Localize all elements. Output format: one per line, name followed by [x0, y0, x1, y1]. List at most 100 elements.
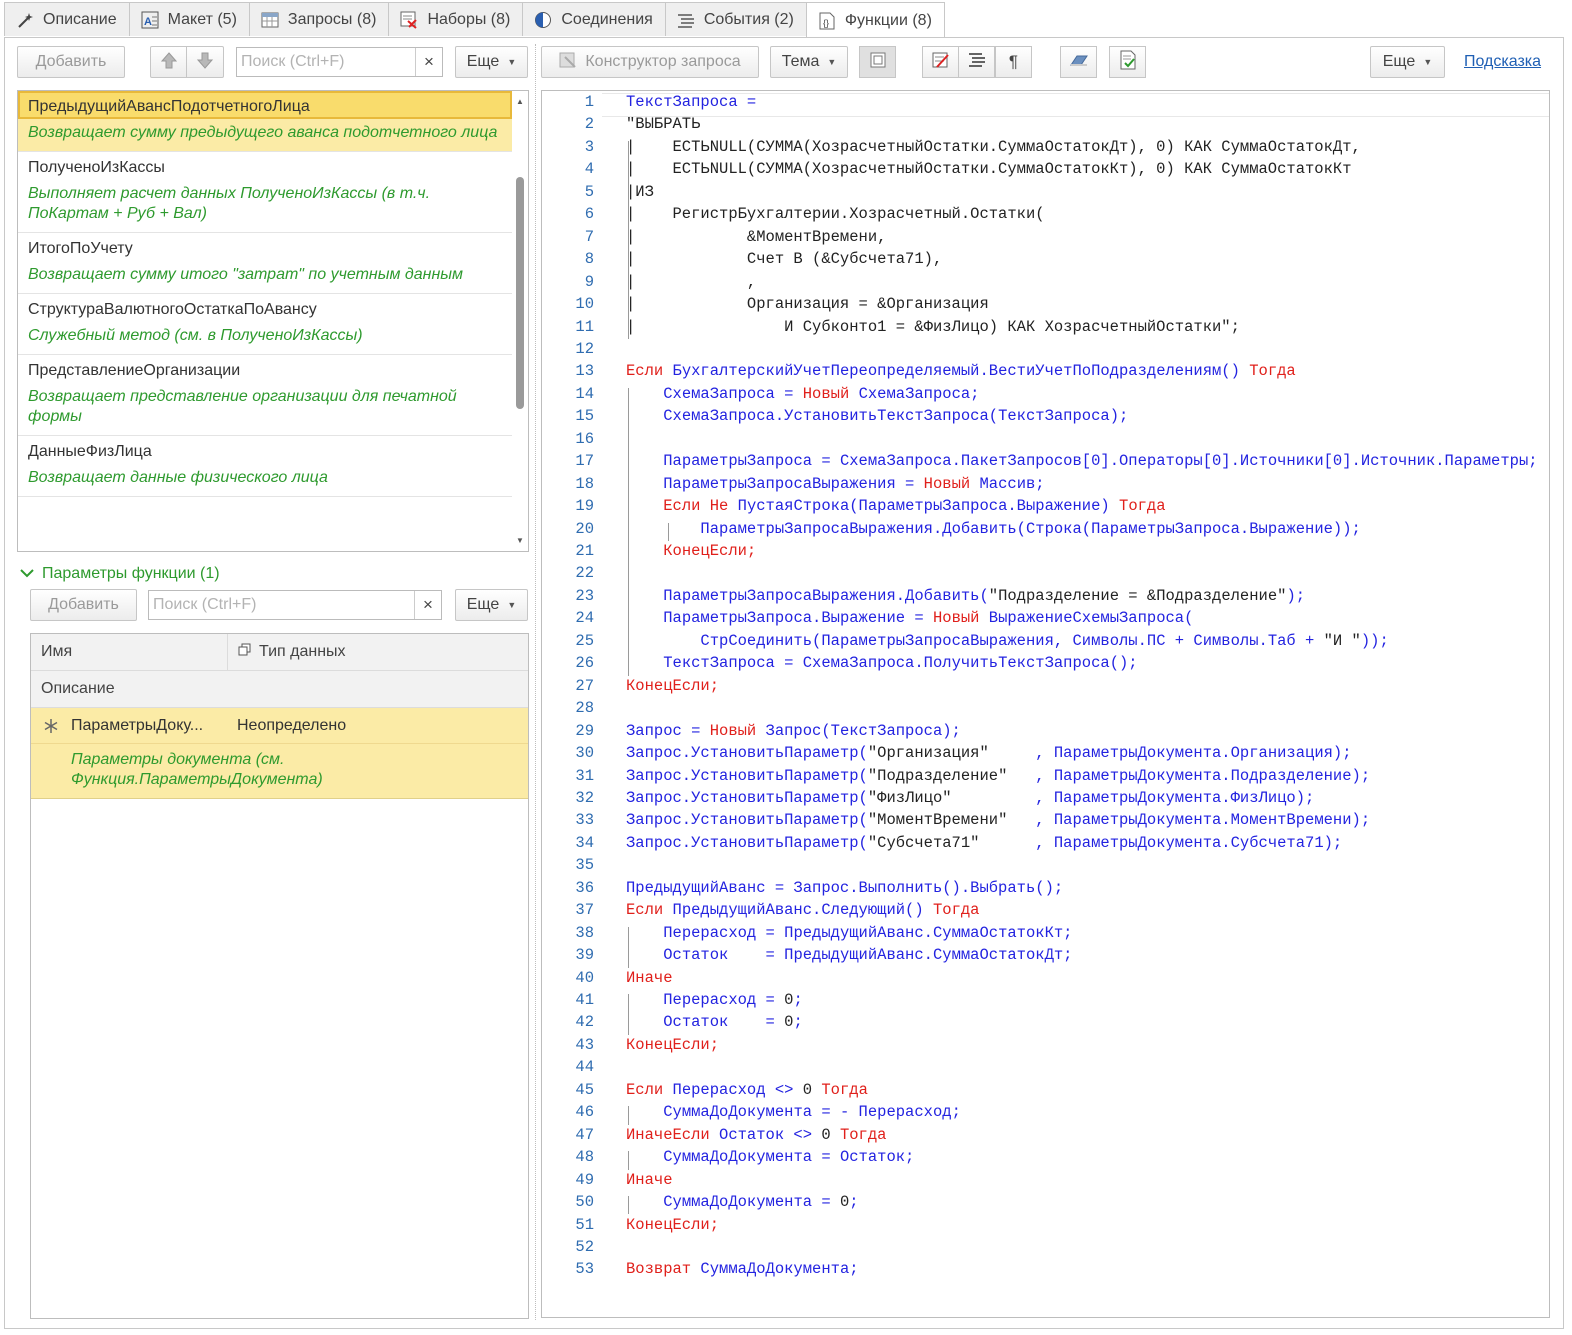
tab-functions[interactable]: {} Функции (8)	[805, 2, 945, 38]
code-editor[interactable]: 1 ТекстЗапроса = 2 "ВЫБРАТЬ 3 | ЕСТЬNULL(СУММ…	[541, 90, 1550, 1318]
list-scrollbar[interactable]: ▲ ▼	[512, 91, 528, 551]
code-line: 3 | ЕСТЬNULL(СУММА(ХозрасчетныйОстатки.Су…	[542, 138, 1549, 160]
list-item[interactable]: ДанныеФизЛица Возвращает данные физическ…	[18, 436, 512, 497]
line-number: 34	[575, 833, 594, 852]
function-search-input[interactable]	[237, 48, 412, 76]
code-text: Иначе	[626, 1170, 673, 1189]
code-text: КонецЕсли;	[626, 676, 720, 695]
check-errors-icon	[932, 51, 950, 74]
line-number: 27	[575, 676, 594, 695]
code-line: 47 ИначеЕсли Остаток <> 0 Тогда	[542, 1126, 1549, 1148]
view-toggle-button[interactable]	[859, 46, 896, 78]
list-item[interactable]: ПолученоИзКассы Выполняет расчет данных …	[18, 152, 512, 233]
code-text: Перерасход = 0;	[663, 991, 803, 1009]
chevron-down-icon	[20, 565, 34, 583]
param-search[interactable]: ×	[148, 590, 442, 620]
pilcrow-icon: ¶	[1008, 52, 1019, 71]
code-line: 13 Если БухгалтерскийУчетПереопределяемый…	[542, 362, 1549, 384]
add-param-label: Добавить	[48, 596, 119, 613]
code-text: СтрСоединить(ПараметрыЗапросаВыражения, …	[700, 631, 1389, 650]
indent-guide	[628, 387, 629, 676]
line-number: 45	[575, 1080, 594, 1099]
param-search-input[interactable]	[149, 591, 411, 619]
code-line: 44	[542, 1058, 1549, 1080]
code-text: Остаток = ПредыдущийАванс.СуммаОстатокДт…	[663, 946, 1073, 965]
code-text: Если БухгалтерскийУчетПереопределяемый.В…	[626, 362, 1296, 381]
code-text: ПараметрыЗапросаВыражения.Добавить(Строк…	[700, 519, 1361, 538]
param-description: Параметры документа (см. Функция.Парамет…	[31, 744, 528, 799]
eraser-icon	[1069, 53, 1089, 72]
code-line: 5 |ИЗ	[542, 182, 1549, 205]
tab-sets[interactable]: Наборы (8)	[388, 2, 524, 36]
line-number: 24	[575, 609, 594, 628]
dropdown-caret-icon: ▼	[507, 600, 517, 610]
code-text: ПараметрыЗапроса = СхемаЗапроса.ПакетЗап…	[663, 452, 1538, 471]
code-more-button[interactable]: Еще ▼	[1370, 46, 1445, 78]
add-param-button[interactable]: Добавить	[30, 589, 137, 621]
params-section-header[interactable]: Параметры функции (1)	[20, 565, 220, 583]
param-more-button[interactable]: Еще ▼	[455, 589, 528, 621]
code-line: 12	[542, 340, 1549, 362]
format-button[interactable]	[958, 46, 995, 78]
scroll-thumb[interactable]	[516, 177, 524, 409]
table-row[interactable]: ПараметрыДоку... Неопределено	[31, 708, 528, 744]
code-text: |ИЗ	[626, 182, 654, 201]
list-item[interactable]: ПредыдущийАвансПодотчетногоЛица Возвраща…	[18, 91, 512, 152]
clear-search-icon[interactable]: ×	[415, 48, 442, 76]
tab-label: Соединения	[561, 10, 653, 28]
code-text: СуммаДоДокумента = Остаток;	[663, 1148, 915, 1167]
query-constructor-button[interactable]: Конструктор запроса	[541, 46, 759, 78]
tab-layout[interactable]: A Макет (5)	[128, 2, 250, 36]
syntax-check-button[interactable]	[1109, 46, 1146, 78]
tab-label: Макет (5)	[167, 10, 237, 28]
line-number: 35	[575, 856, 594, 875]
line-number: 15	[575, 407, 594, 426]
line-number: 1	[584, 93, 594, 111]
scroll-up-icon[interactable]: ▲	[516, 97, 524, 106]
code-line: 35	[542, 856, 1549, 878]
constructor-label: Конструктор запроса	[585, 53, 741, 70]
theme-label: Тема	[781, 53, 820, 70]
show-whitespace-button[interactable]: ¶	[995, 46, 1032, 78]
function-search[interactable]: ×	[236, 47, 443, 77]
column-header-name[interactable]: Имя	[31, 634, 228, 670]
tab-queries[interactable]: Запросы (8)	[248, 2, 390, 36]
column-type-label: Тип данных	[259, 643, 346, 660]
line-number: 50	[575, 1193, 594, 1212]
clear-search-icon[interactable]: ×	[414, 591, 441, 619]
asterisk-icon	[31, 708, 71, 743]
code-text: ТекстЗапроса =	[626, 93, 757, 111]
frame-icon	[870, 52, 886, 73]
list-item[interactable]: ПредставлениеОрганизации Возвращает пред…	[18, 355, 512, 436]
mark-errors-button[interactable]	[922, 46, 959, 78]
theme-button[interactable]: Тема ▼	[770, 46, 848, 78]
code-text: | И Субконто1 = &ФизЛицо) КАК Хозрасчетн…	[626, 317, 1240, 336]
more-button[interactable]: Еще ▼	[455, 46, 528, 78]
list-item[interactable]: СтруктураВалютногоОстаткаПоАвансу Служеб…	[18, 294, 512, 355]
help-link[interactable]: Подсказка	[1464, 53, 1541, 71]
comment-button[interactable]	[1060, 46, 1097, 78]
list-item[interactable]: ИтогоПоУчету Возвращает сумму итого "зат…	[18, 233, 512, 294]
tab-connections[interactable]: Соединения	[522, 2, 666, 36]
column-header-description[interactable]: Описание	[31, 671, 528, 708]
code-line: 27 КонецЕсли;	[542, 676, 1549, 699]
code-text: Запрос = Новый Запрос(ТекстЗапроса);	[626, 721, 961, 740]
code-line: 19 Если Не ПустаяСтрока(ПараметрыЗапроса…	[542, 497, 1549, 519]
panel-splitter[interactable]	[535, 44, 536, 1320]
scroll-down-icon[interactable]: ▼	[516, 536, 524, 545]
column-header-type[interactable]: Тип данных	[228, 634, 528, 670]
code-line: 30 Запрос.УстановитьПараметр("Организация…	[542, 744, 1549, 766]
tab-description[interactable]: Описание	[4, 2, 130, 36]
move-up-button[interactable]	[150, 46, 187, 78]
function-list: ПредыдущийАвансПодотчетногоЛица Возвраща…	[17, 90, 529, 552]
add-function-button[interactable]: Добавить	[17, 46, 125, 78]
code-line: 48 СуммаДоДокумента = Остаток;	[542, 1148, 1549, 1170]
code-line: 52	[542, 1238, 1549, 1260]
move-down-button[interactable]	[186, 46, 224, 78]
table-icon	[260, 11, 280, 29]
tab-events[interactable]: События (2)	[664, 2, 807, 36]
code-line: 22	[542, 564, 1549, 586]
tab-label: Функции (8)	[844, 11, 932, 29]
code-line: 15 СхемаЗапроса.УстановитьТекстЗапроса(Т…	[542, 407, 1549, 429]
indent-icon	[968, 52, 986, 73]
